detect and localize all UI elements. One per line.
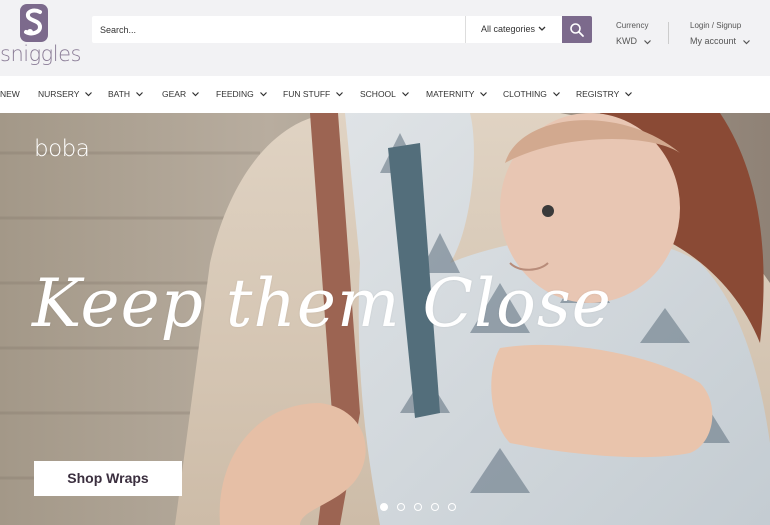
slider-dot[interactable] xyxy=(414,503,422,511)
nav-item-feeding[interactable]: FEEDING xyxy=(216,76,267,113)
nav-item-label: NURSERY xyxy=(38,89,80,99)
hero-banner[interactable]: boba Keep them Close Shop Wraps xyxy=(0,113,770,525)
nav-item-label: MATERNITY xyxy=(426,89,475,99)
site-header: sniggles All categories Currency KWD Log… xyxy=(0,0,770,76)
nav-item-label: GEAR xyxy=(162,89,187,99)
chevron-down-icon xyxy=(552,76,560,113)
category-select-value: All categories xyxy=(481,24,536,34)
search-icon xyxy=(570,23,584,37)
shop-wraps-button[interactable]: Shop Wraps xyxy=(34,461,182,496)
currency-label: Currency xyxy=(616,21,649,30)
search-input[interactable] xyxy=(92,16,464,43)
chevron-down-icon xyxy=(643,37,651,47)
search-button[interactable] xyxy=(562,16,592,43)
nav-item-gear[interactable]: GEAR xyxy=(162,76,200,113)
nav-item-nursery[interactable]: NURSERY xyxy=(38,76,93,113)
currency-selector[interactable]: Currency KWD xyxy=(616,21,651,47)
chevron-down-icon xyxy=(538,16,546,54)
chevron-down-icon xyxy=(85,76,93,113)
nav-item-fun-stuff[interactable]: FUN STUFF xyxy=(283,76,344,113)
chevron-down-icon xyxy=(192,76,200,113)
nav-item-bath[interactable]: BATH xyxy=(108,76,143,113)
chevron-down-icon xyxy=(625,76,633,113)
hero-brand-logo: boba xyxy=(34,136,90,162)
login-signup-link[interactable]: Login / Signup xyxy=(690,21,750,30)
slider-dot[interactable] xyxy=(448,503,456,511)
nav-item-school[interactable]: SCHOOL xyxy=(360,76,409,113)
nav-item-label: NEW xyxy=(0,89,20,99)
nav-item-label: CLOTHING xyxy=(503,89,547,99)
main-nav: NEW NURSERY BATH GEAR FEEDING FUN STUFF … xyxy=(0,76,770,113)
chevron-down-icon xyxy=(742,37,750,47)
chevron-down-icon xyxy=(336,76,344,113)
chevron-down-icon xyxy=(136,76,143,113)
hero-tagline: Keep them Close xyxy=(32,265,612,342)
chevron-down-icon xyxy=(401,76,409,113)
site-logo[interactable]: sniggles xyxy=(0,4,81,68)
slider-dot[interactable] xyxy=(380,503,388,511)
slider-dot[interactable] xyxy=(431,503,439,511)
search-bar: All categories xyxy=(92,16,592,43)
account-menu[interactable]: Login / Signup My account xyxy=(690,21,750,47)
chevron-down-icon xyxy=(259,76,267,113)
nav-item-label: REGISTRY xyxy=(576,89,620,99)
nav-item-label: BATH xyxy=(108,89,131,99)
logo-text: sniggles xyxy=(0,42,81,66)
slider-dot[interactable] xyxy=(397,503,405,511)
category-select[interactable]: All categories xyxy=(465,16,562,43)
nav-item-label: FUN STUFF xyxy=(283,89,331,99)
nav-item-label: SCHOOL xyxy=(360,89,396,99)
header-divider xyxy=(668,22,669,44)
nav-item-maternity[interactable]: MATERNITY xyxy=(426,76,488,113)
my-account-label: My account xyxy=(690,36,737,46)
logo-mark-icon xyxy=(20,4,48,42)
currency-value: KWD xyxy=(616,36,637,46)
chevron-down-icon xyxy=(480,76,488,113)
nav-item-clothing[interactable]: CLOTHING xyxy=(503,76,560,113)
nav-item-registry[interactable]: REGISTRY xyxy=(576,76,633,113)
nav-item-label: FEEDING xyxy=(216,89,254,99)
nav-item-new[interactable]: NEW xyxy=(0,76,20,113)
